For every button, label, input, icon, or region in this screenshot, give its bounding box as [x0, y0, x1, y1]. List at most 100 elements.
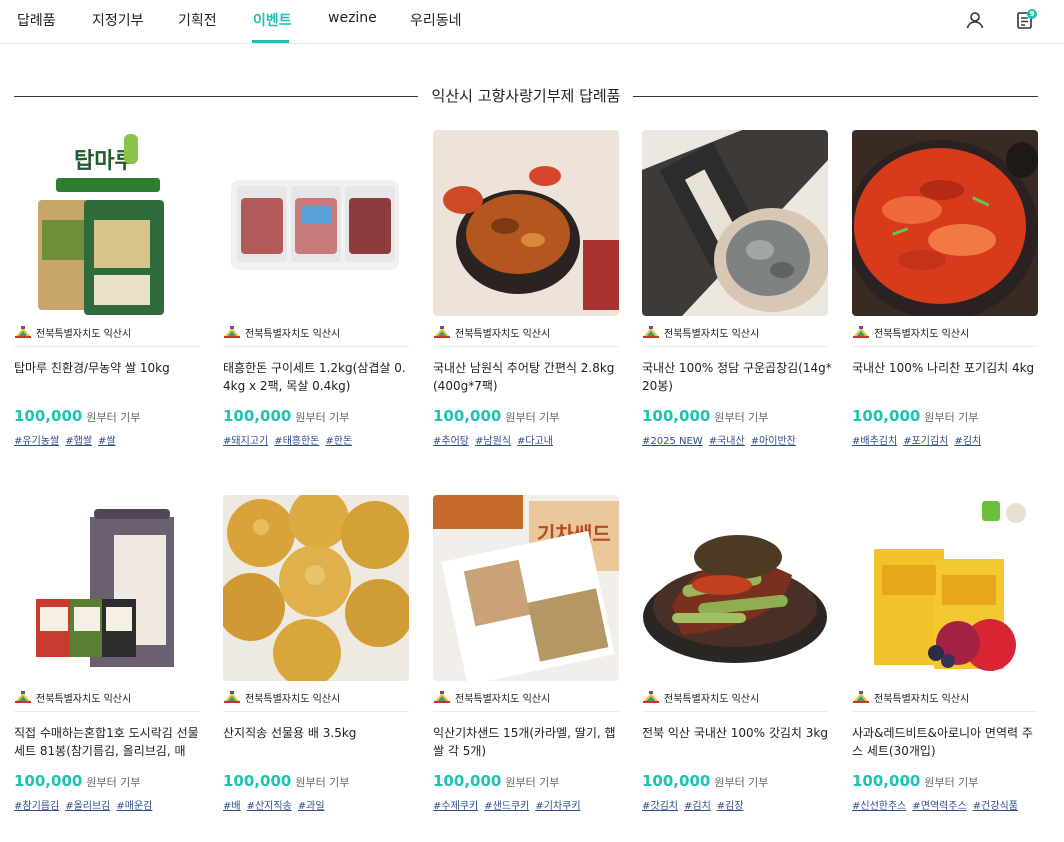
tag-link[interactable]: #김치 [954, 436, 981, 447]
price-row: 100,000 원부터 기부 [223, 406, 349, 425]
product-name[interactable]: 산지직송 선물용 배 3.5kg [223, 724, 413, 760]
region-label: 전북특별자치도 익산시 [642, 689, 759, 705]
region-logo-icon [223, 691, 241, 703]
tag-link[interactable]: #햅쌀 [65, 436, 92, 447]
seaweed-gift-set-image[interactable] [14, 495, 200, 681]
tag-link[interactable]: #다고내 [517, 436, 553, 447]
tag-link[interactable]: #추어탕 [433, 436, 469, 447]
tag-link[interactable]: #김치 [684, 801, 711, 812]
region-label: 전북특별자치도 익산시 [852, 689, 969, 705]
price-row: 100,000 원부터 기부 [223, 771, 349, 790]
region-text: 전북특별자치도 익산시 [36, 693, 132, 705]
price-row: 100,000 원부터 기부 [433, 406, 559, 425]
train-sand-cookie-image[interactable]: 기차쌘드 [433, 495, 619, 681]
user-icon[interactable] [964, 9, 986, 31]
nav-item-event[interactable]: 이벤트 [253, 10, 292, 30]
juice-set-image[interactable] [852, 495, 1038, 681]
tag-list: #돼지고기 #태흥한돈 #한돈 [223, 432, 358, 447]
region-text: 전북특별자치도 익산시 [874, 328, 970, 340]
product-name[interactable]: 전북 익산 국내산 100% 갓김치 3kg [642, 724, 832, 760]
divider [433, 711, 619, 712]
tag-link[interactable]: #참기름김 [14, 801, 59, 812]
nav-item-our-town[interactable]: 우리동네 [410, 10, 462, 30]
product-name[interactable]: 국내산 100% 나리찬 포기김치 4kg [852, 359, 1042, 395]
pork-set-image[interactable] [223, 130, 409, 316]
tag-link[interactable]: #수제쿠키 [433, 801, 478, 812]
tag-link[interactable]: #국내산 [709, 436, 745, 447]
active-tab-indicator [252, 40, 289, 43]
tag-list: #배 #산지직송 #과일 [223, 797, 331, 812]
region-text: 전북특별자치도 익산시 [455, 693, 551, 705]
tag-link[interactable]: #돼지고기 [223, 436, 268, 447]
tag-link[interactable]: #샌드쿠키 [484, 801, 529, 812]
region-text: 전북특별자치도 익산시 [455, 328, 551, 340]
pear-image[interactable] [223, 495, 409, 681]
price-value: 100,000 [14, 407, 83, 425]
region-logo-icon [14, 326, 32, 338]
divider [223, 346, 409, 347]
section-header: 익산시 고향사랑기부제 답례품 [14, 85, 1038, 107]
tag-link[interactable]: #면역력주스 [912, 801, 966, 812]
tag-link[interactable]: #신선한주스 [852, 801, 906, 812]
product-name[interactable]: 직접 수매하는혼합1호 도시락김 선물세트 81봉(참기름김, 올리브김, 매운… [14, 724, 204, 760]
tag-link[interactable]: #2025 NEW [642, 436, 703, 447]
tag-link[interactable]: #배 [223, 801, 241, 812]
tag-link[interactable]: #포기김치 [903, 436, 948, 447]
price-unit: 원부터 기부 [924, 776, 979, 789]
tag-link[interactable]: #태흥한돈 [274, 436, 319, 447]
nav-item-wezine[interactable]: wezine [328, 10, 377, 26]
tag-link[interactable]: #김장 [717, 801, 744, 812]
region-text: 전북특별자치도 익산시 [36, 328, 132, 340]
tag-link[interactable]: #건강식품 [973, 801, 1018, 812]
tag-link[interactable]: #산지직송 [247, 801, 292, 812]
chueotang-image[interactable] [433, 130, 619, 316]
section-line-right [633, 96, 1038, 97]
rice-bag-image[interactable]: 탑마루 [14, 130, 200, 316]
tag-link[interactable]: #매운김 [116, 801, 152, 812]
kimchi-image[interactable] [852, 130, 1038, 316]
tag-link[interactable]: #쌀 [98, 436, 116, 447]
region-logo-icon [642, 326, 660, 338]
product-name[interactable]: 태흥한돈 구이세트 1.2kg(삼겹살 0.4kg x 2팩, 목살 0.4kg… [223, 359, 413, 395]
tag-list: #유기농쌀 #햅쌀 #쌀 [14, 432, 122, 447]
price-value: 100,000 [223, 772, 292, 790]
tag-link[interactable]: #과일 [298, 801, 325, 812]
tag-link[interactable]: #한돈 [325, 436, 352, 447]
tag-link[interactable]: #갓김치 [642, 801, 678, 812]
product-name[interactable]: 국내산 남원식 추어탕 간편식 2.8kg(400g*7팩) [433, 359, 623, 395]
price-value: 100,000 [642, 407, 711, 425]
tag-link[interactable]: #유기농쌀 [14, 436, 59, 447]
nav-item-designated-donation[interactable]: 지정기부 [92, 10, 144, 30]
tag-list: #참기름김 #올리브김 #매운김 [14, 797, 158, 812]
tag-link[interactable]: #아이반찬 [751, 436, 796, 447]
tag-list: #추어탕 #남원식 #다고내 [433, 432, 559, 447]
product-name[interactable]: 탑마루 친환경/무농약 쌀 10kg [14, 359, 204, 395]
tag-link[interactable]: #배추김치 [852, 436, 897, 447]
divider [433, 346, 619, 347]
product-name[interactable]: 국내산 100% 정담 구운곱창김(14g*20봉) [642, 359, 832, 395]
region-text: 전북특별자치도 익산시 [874, 693, 970, 705]
tag-list: #2025 NEW #국내산 #아이반찬 [642, 432, 802, 447]
product-name[interactable]: 익산기차샌드 15개(카라멜, 딸기, 햅쌀 각 5개) [433, 724, 623, 760]
tag-link[interactable]: #올리브김 [65, 801, 110, 812]
price-unit: 원부터 기부 [86, 776, 141, 789]
tag-link[interactable]: #기차쿠키 [535, 801, 580, 812]
price-row: 100,000 원부터 기부 [433, 771, 559, 790]
price-unit: 원부터 기부 [505, 776, 560, 789]
top-navigation: 답례품 지정기부 기획전 이벤트 wezine 우리동네 9 [0, 0, 1064, 44]
region-logo-icon [642, 691, 660, 703]
divider [14, 711, 200, 712]
product-name[interactable]: 사과&레드비트&아로니아 면역력 주스 세트(30개입) [852, 724, 1042, 760]
price-value: 100,000 [642, 772, 711, 790]
price-row: 100,000 원부터 기부 [852, 771, 978, 790]
tag-link[interactable]: #남원식 [475, 436, 511, 447]
region-logo-icon [852, 691, 870, 703]
nav-item-exhibition[interactable]: 기획전 [178, 10, 217, 30]
price-unit: 원부터 기부 [505, 411, 560, 424]
tag-list: #신선한주스 #면역력주스 #건강식품 [852, 797, 1024, 812]
nav-item-gifts[interactable]: 답례품 [17, 10, 56, 30]
price-unit: 원부터 기부 [86, 411, 141, 424]
region-text: 전북특별자치도 익산시 [245, 693, 341, 705]
gat-kimchi-image[interactable] [642, 495, 828, 681]
seaweed-image[interactable] [642, 130, 828, 316]
